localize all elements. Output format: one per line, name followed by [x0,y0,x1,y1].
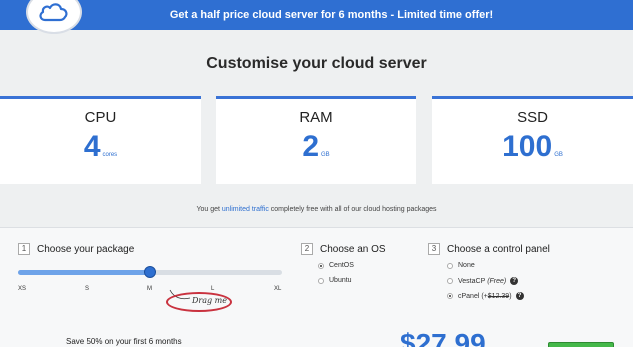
os-option-label: Ubuntu [329,277,352,284]
tick-xl[interactable]: XL [274,286,281,292]
ram-card: RAM 2 GB [216,96,416,184]
step-os-heading: 2 Choose an OS [301,243,386,255]
ram-number: 2 [302,130,319,163]
cloud-icon [39,3,68,22]
panel-option-label: cPanel (+ [458,292,488,300]
ram-title: RAM [299,109,333,126]
panel-option-cpanel[interactable]: cPanel (+ $12.39) ? [447,292,524,300]
step-title: Choose an OS [320,243,386,255]
step-title: Choose your package [37,243,135,255]
cpanel-price: $12.39 [487,292,510,300]
step-package-heading: 1 Choose your package [18,243,134,255]
ssd-title: SSD [517,109,548,126]
promo-banner: Get a half price cloud server for 6 mont… [0,0,633,34]
step-number: 3 [428,243,440,255]
ram-value: 2 GB [216,132,416,162]
step-number: 2 [301,243,313,255]
cloud-logo[interactable] [26,0,82,34]
page-title: Customise your cloud server [206,55,427,72]
panel-option-vestacp[interactable]: VestaCP (Free) ? [447,277,519,285]
traffic-prefix: You get [196,206,222,213]
cpu-title: CPU [84,109,117,126]
panel-option-label: VestaCP [458,277,486,285]
tick-xs[interactable]: XS [18,286,26,292]
os-option-centos[interactable]: CentOS [318,262,354,269]
help-icon[interactable]: ? [510,277,519,285]
ssd-unit: GB [554,152,563,158]
radio-icon[interactable] [318,277,324,284]
tick-s[interactable]: S [85,286,89,292]
tick-l[interactable]: L [211,286,214,292]
traffic-note: You get unlimited traffic completely fre… [0,206,633,213]
package-slider-fill [18,270,150,275]
unlimited-traffic-link[interactable]: unlimited traffic [222,206,269,213]
step-title: Choose a control panel [447,243,550,255]
panel-option-none[interactable]: None [447,262,475,269]
os-option-label: CentOS [329,262,354,269]
radio-selected-icon[interactable] [318,262,324,269]
cpu-card: CPU 4 cores [0,96,201,184]
step-control-panel-heading: 3 Choose a control panel [428,243,550,255]
save-offer-text: Save 50% on your first 6 months [66,337,182,346]
radio-icon[interactable] [447,262,453,269]
ram-unit: GB [321,152,330,158]
buy-button[interactable] [548,342,614,347]
drag-hint-label: Drag me [192,296,227,305]
free-tag: (Free) [487,277,507,285]
price-display: $27.99 [400,328,486,347]
cpu-value: 4 cores [0,132,201,162]
panel-option-label: None [458,262,475,269]
package-slider-thumb[interactable] [144,266,156,278]
radio-icon[interactable] [447,278,453,284]
step-number: 1 [18,243,30,255]
cpanel-close: ) [509,292,512,300]
help-icon[interactable]: ? [515,292,524,300]
ssd-value: 100 GB [432,132,633,162]
ssd-number: 100 [502,130,553,163]
tick-m[interactable]: M [147,286,152,292]
radio-selected-icon[interactable] [447,293,453,299]
os-option-ubuntu[interactable]: Ubuntu [318,277,352,284]
cpu-number: 4 [83,130,101,163]
traffic-suffix: completely free with all of our cloud ho… [268,206,437,213]
ssd-card: SSD 100 GB [432,96,633,184]
banner-text: Get a half price cloud server for 6 mont… [169,9,494,21]
cpu-unit: cores [102,152,118,158]
